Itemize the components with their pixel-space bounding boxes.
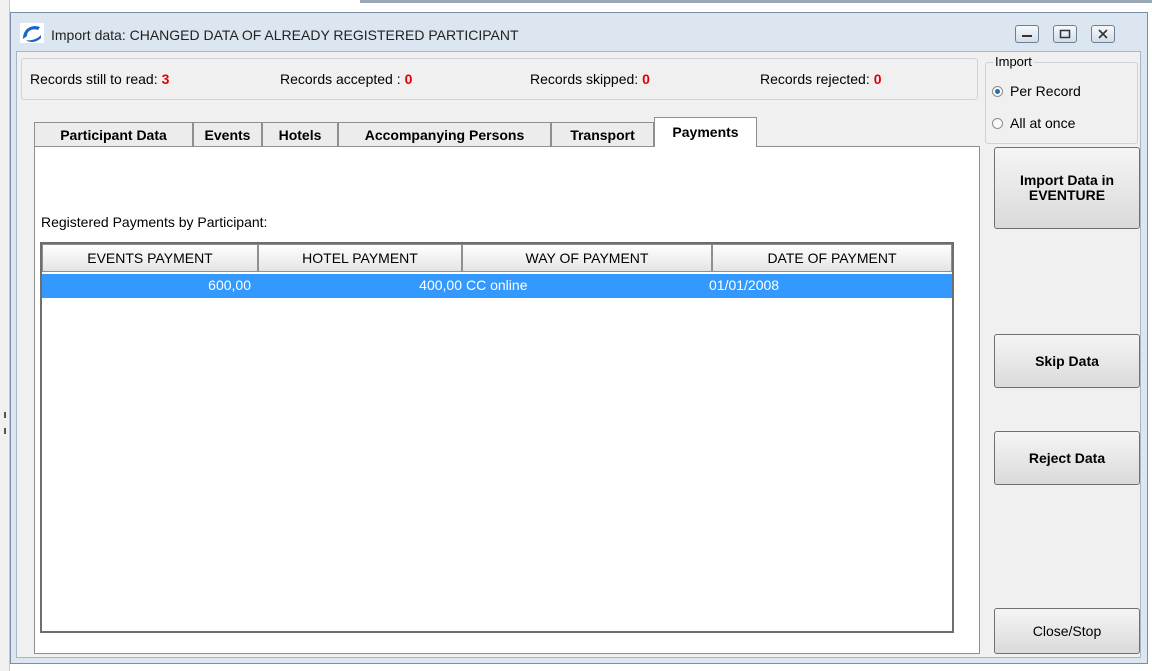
stat-value: 0	[873, 71, 882, 87]
tab-accompanying-persons[interactable]: Accompanying Persons	[338, 122, 551, 146]
column-header-hotel-payment[interactable]: HOTEL PAYMENT	[258, 244, 462, 272]
column-header-way-of-payment[interactable]: WAY OF PAYMENT	[462, 244, 712, 272]
stat-still-to-read: Records still to read: 3	[30, 71, 169, 87]
import-dialog-window: Import data: CHANGED DATA OF ALREADY REG…	[10, 12, 1148, 664]
app-logo-icon	[19, 21, 45, 45]
registered-payments-label: Registered Payments by Participant:	[41, 214, 268, 230]
edge-marker	[4, 412, 6, 418]
stat-value: 0	[642, 71, 650, 87]
tab-transport[interactable]: Transport	[551, 122, 654, 146]
skip-data-button[interactable]: Skip Data	[994, 334, 1140, 388]
tab-hotels[interactable]: Hotels	[262, 122, 338, 146]
background-window-edge-top	[360, 0, 1152, 3]
column-header-date-of-payment[interactable]: DATE OF PAYMENT	[712, 244, 952, 272]
grid-header: EVENTS PAYMENT HOTEL PAYMENT WAY OF PAYM…	[42, 244, 952, 272]
stat-label: Records accepted :	[280, 71, 401, 87]
stat-accepted: Records accepted :0	[280, 71, 412, 87]
tab-participant-data[interactable]: Participant Data	[34, 122, 193, 146]
cell-events-payment: 600,00	[208, 277, 251, 293]
stat-label: Records skipped:	[530, 71, 639, 87]
cell-date-of-payment: 01/01/2008	[709, 277, 780, 293]
payments-tab-panel: Registered Payments by Participant: EVEN…	[34, 146, 980, 654]
tab-payments[interactable]: Payments	[654, 117, 757, 147]
import-group-label: Import	[993, 54, 1034, 69]
tab-label: Transport	[570, 127, 635, 143]
stat-label: Records still to read:	[30, 71, 158, 87]
stat-value: 3	[161, 71, 170, 87]
dialog-client-area: Records still to read: 3 Records accepted…	[16, 51, 1141, 658]
window-title: Import data: CHANGED DATA OF ALREADY REG…	[51, 27, 519, 43]
tab-events[interactable]: Events	[193, 122, 262, 146]
import-mode-group: Import Per Record All at once	[985, 54, 1138, 144]
table-row[interactable]: 600,00 400,00 CC online 01/01/2008	[42, 274, 952, 298]
close-stop-button[interactable]: Close/Stop	[994, 608, 1140, 654]
stat-label: Records rejected:	[760, 71, 870, 87]
column-header-events-payment[interactable]: EVENTS PAYMENT	[42, 244, 258, 272]
reject-data-button[interactable]: Reject Data	[994, 431, 1140, 485]
minimize-button[interactable]	[1015, 25, 1039, 43]
stat-skipped: Records skipped: 0	[530, 71, 650, 87]
restore-button[interactable]	[1053, 25, 1077, 43]
cell-hotel-payment: 400,00	[419, 277, 462, 293]
tab-label: Participant Data	[60, 127, 167, 143]
tab-label: Events	[204, 127, 251, 143]
radio-label: Per Record	[1010, 83, 1081, 99]
record-stats-panel: Records still to read: 3 Records accepted…	[21, 58, 978, 100]
stat-rejected: Records rejected: 0	[760, 71, 882, 87]
radio-all-at-once[interactable]: All at once	[992, 115, 1075, 131]
radio-per-record[interactable]: Per Record	[992, 83, 1081, 99]
payments-grid[interactable]: EVENTS PAYMENT HOTEL PAYMENT WAY OF PAYM…	[40, 242, 954, 633]
radio-unselected-icon	[992, 117, 1003, 129]
tab-label: Payments	[672, 124, 739, 140]
import-data-button[interactable]: Import Data in EVENTURE	[994, 147, 1140, 229]
cell-way-of-payment: CC online	[466, 277, 528, 293]
stat-value: 0	[404, 71, 413, 87]
title-bar[interactable]: Import data: CHANGED DATA OF ALREADY REG…	[11, 13, 1147, 53]
restore-icon	[1059, 29, 1071, 39]
radio-selected-icon	[992, 85, 1003, 97]
radio-label: All at once	[1010, 115, 1076, 131]
minimize-icon	[1022, 35, 1032, 37]
background-window-edge	[0, 0, 10, 671]
tab-label: Hotels	[278, 127, 322, 143]
edge-marker	[4, 428, 6, 434]
close-window-button[interactable]	[1091, 25, 1115, 43]
close-icon	[1098, 29, 1108, 39]
tab-label: Accompanying Persons	[364, 127, 525, 143]
